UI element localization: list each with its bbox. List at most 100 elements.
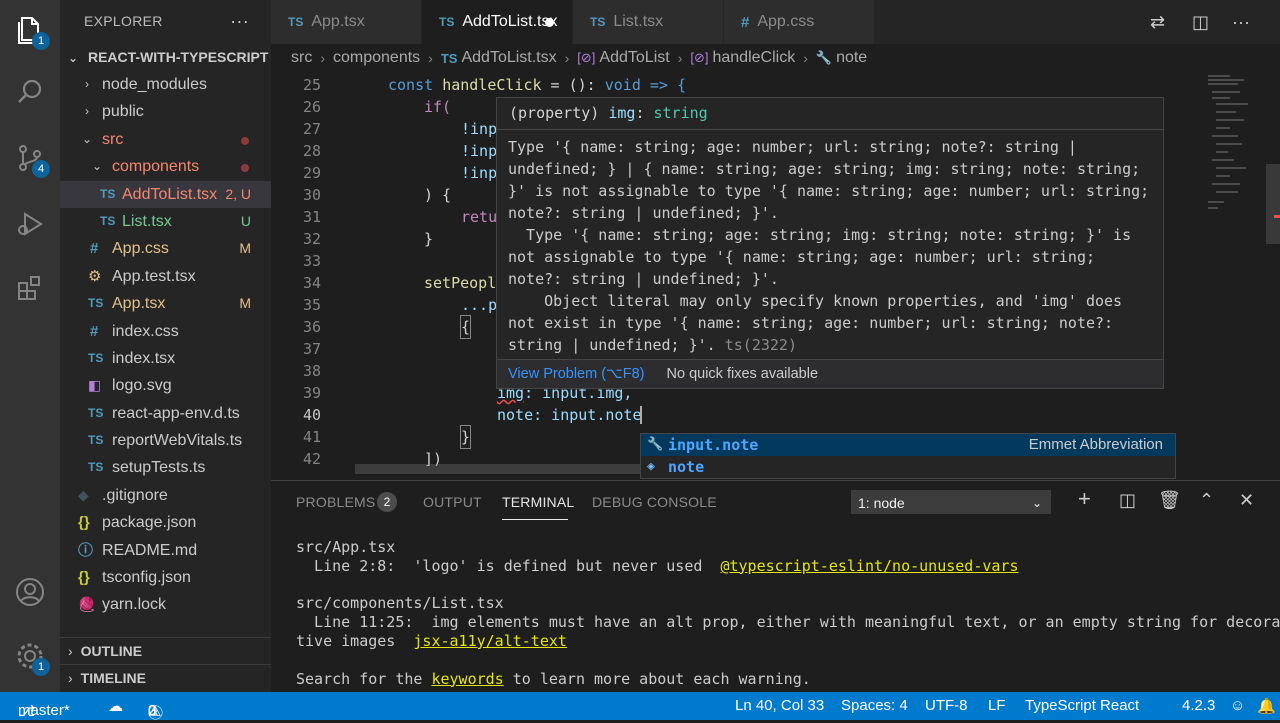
tree-item-yarn-lock[interactable]: 🧶 yarn.lock	[60, 591, 271, 618]
tab-problems[interactable]: PROBLEMS	[296, 494, 375, 510]
terminal-line: Search for the	[296, 669, 432, 688]
account-icon[interactable]	[12, 574, 48, 610]
cursor-position[interactable]: Ln 40, Col 33	[735, 697, 824, 714]
tree-item-report-web-vitals[interactable]: TS reportWebVitals.ts	[60, 427, 271, 454]
tree-item-node-modules[interactable]: › node_modules	[60, 71, 271, 98]
code-text: !inp	[461, 120, 498, 138]
terminal-select[interactable]: 1: node ⌄	[851, 490, 1051, 514]
tab-label: App.css	[757, 13, 815, 30]
more-actions-icon[interactable]: ···	[230, 0, 249, 42]
terminal-line: Line 11:25: img elements must have an al…	[296, 613, 1280, 632]
maximize-panel-icon[interactable]: ⌃	[1199, 490, 1214, 511]
tree-item-index-tsx[interactable]: TS index.tsx	[60, 345, 271, 372]
tab-addtolist-tsx[interactable]: TS AddToList.tsx	[422, 0, 573, 44]
vertical-scrollbar-thumb[interactable]	[1266, 164, 1280, 244]
tree-item-index-css[interactable]: # index.css	[60, 318, 271, 345]
more-actions-icon[interactable]: ···	[1232, 12, 1250, 33]
chevron-right-icon: ›	[677, 50, 683, 66]
unsaved-dot-icon[interactable]	[545, 18, 554, 27]
tree-item-list[interactable]: TS List.tsx U	[60, 208, 271, 235]
terminal-link[interactable]: @typescript-eslint/no-unused-vars	[720, 557, 1018, 575]
hover-signature: (property) img: string	[509, 104, 708, 122]
explorer-icon[interactable]: 1	[12, 12, 50, 50]
split-terminal-icon[interactable]: ◫	[1119, 490, 1136, 511]
file-tree: › node_modules › public ⌄ src ⌄ components T…	[60, 71, 271, 619]
terminal-link[interactable]: keywords	[431, 670, 503, 688]
tree-item-label: index.tsx	[112, 349, 176, 367]
settings-gear-icon[interactable]: 1	[12, 638, 50, 676]
breadcrumb-item[interactable]: components	[333, 49, 420, 67]
tab-debug-console[interactable]: DEBUG CONSOLE	[592, 494, 717, 510]
line-number: 41	[302, 428, 321, 446]
tree-item-app-tsx[interactable]: TS App.tsx M	[60, 290, 271, 317]
sync-icon[interactable]: ☁	[108, 697, 123, 715]
outline-section[interactable]: › OUTLINE	[60, 637, 271, 665]
trash-icon[interactable]: 🗑	[1158, 490, 1181, 511]
source-control-icon[interactable]: 4	[12, 140, 50, 178]
breadcrumb-item[interactable]: handleClick	[712, 49, 795, 67]
feedback-icon[interactable]: ☺	[1230, 697, 1245, 714]
run-debug-icon[interactable]	[12, 206, 48, 242]
breadcrumb-item[interactable]: src	[291, 49, 312, 67]
tree-item-app-test[interactable]: ⚙ App.test.tsx	[60, 263, 271, 290]
line-number: 34	[302, 274, 321, 292]
code-text: }	[424, 230, 434, 248]
tab-output[interactable]: OUTPUT	[423, 494, 482, 510]
line-number: 28	[302, 142, 321, 160]
breadcrumb-item[interactable]: AddToList	[599, 49, 669, 67]
tree-item-readme[interactable]: ⓘ README.md	[60, 537, 271, 564]
tree-item-package-json[interactable]: {} package.json	[60, 509, 271, 536]
suggest-label: note	[668, 458, 705, 476]
open-changes-icon[interactable]: ⇄	[1150, 12, 1165, 33]
breadcrumb-item[interactable]: note	[836, 49, 867, 67]
extensions-icon[interactable]	[12, 270, 48, 306]
explorer-title-label: EXPLORER	[84, 13, 163, 29]
search-icon[interactable]	[12, 74, 48, 110]
encoding[interactable]: UTF-8	[925, 697, 968, 714]
tree-item-gitignore[interactable]: ◆ .gitignore	[60, 482, 271, 509]
end-of-line[interactable]: LF	[988, 697, 1006, 714]
bell-icon[interactable]: 🔔	[1257, 697, 1276, 715]
suggest-item[interactable]: ◈ note	[641, 456, 1175, 478]
tree-item-public[interactable]: › public	[60, 98, 271, 125]
suggest-item[interactable]: 🔧 input.note Emmet Abbreviation	[641, 434, 1175, 456]
tab-app-tsx[interactable]: TS App.tsx	[271, 0, 422, 44]
timeline-section[interactable]: › TIMELINE	[60, 664, 271, 692]
tree-item-react-app-env[interactable]: TS react-app-env.d.ts	[60, 400, 271, 427]
explorer-badge: 1	[32, 32, 50, 50]
active-tab-indicator	[502, 519, 568, 520]
breadcrumb-item[interactable]: AddToList.tsx	[461, 49, 556, 67]
tree-item-setup-tests[interactable]: TS setupTests.ts	[60, 454, 271, 481]
new-terminal-icon[interactable]: +	[1078, 486, 1091, 512]
css-file-icon: #	[741, 13, 750, 31]
tab-terminal[interactable]: TERMINAL	[502, 494, 574, 510]
json-file-icon: {}	[78, 569, 90, 587]
chevron-down-icon: ⌄	[1031, 496, 1042, 510]
terminal-link[interactable]: jsx-a11y/alt-text	[413, 632, 567, 650]
code-text: !inp	[461, 164, 498, 182]
terminal-output[interactable]: src/App.tsx Line 2:8: 'logo' is defined …	[296, 538, 1280, 688]
chevron-right-icon: ›	[85, 77, 89, 91]
typescript-version[interactable]: 4.2.3	[1182, 697, 1215, 714]
split-editor-icon[interactable]: ◫	[1192, 12, 1209, 33]
tree-item-label: README.md	[102, 541, 198, 559]
tree-item-logo-svg[interactable]: ◧ logo.svg	[60, 372, 271, 399]
tree-item-app-css[interactable]: # App.css M	[60, 235, 271, 262]
view-problem-link[interactable]: View Problem (⌥F8)	[508, 366, 645, 382]
indentation[interactable]: Spaces: 4	[841, 697, 908, 714]
tree-item-addtolist[interactable]: TS AddToList.tsx 2, U	[60, 180, 271, 208]
minimap[interactable]	[1200, 72, 1280, 480]
git-file-icon: ◆	[78, 486, 89, 503]
typescript-file-icon: TS	[590, 15, 606, 29]
tree-item-src[interactable]: ⌄ src	[60, 126, 271, 153]
code-text: if(	[424, 98, 452, 116]
field-icon: ◈	[647, 459, 655, 474]
tree-item-components[interactable]: ⌄ components	[60, 153, 271, 180]
project-folder-header[interactable]: ⌄ REACT-WITH-TYPESCRIPT	[60, 42, 271, 72]
tab-list-tsx[interactable]: TS List.tsx	[573, 0, 724, 44]
language-mode[interactable]: TypeScript React	[1025, 697, 1139, 714]
close-icon[interactable]: ✕	[1239, 490, 1254, 511]
yarn-file-icon: 🧶	[78, 596, 96, 613]
tree-item-tsconfig[interactable]: {} tsconfig.json	[60, 564, 271, 591]
tab-app-css[interactable]: # App.css	[724, 0, 875, 44]
